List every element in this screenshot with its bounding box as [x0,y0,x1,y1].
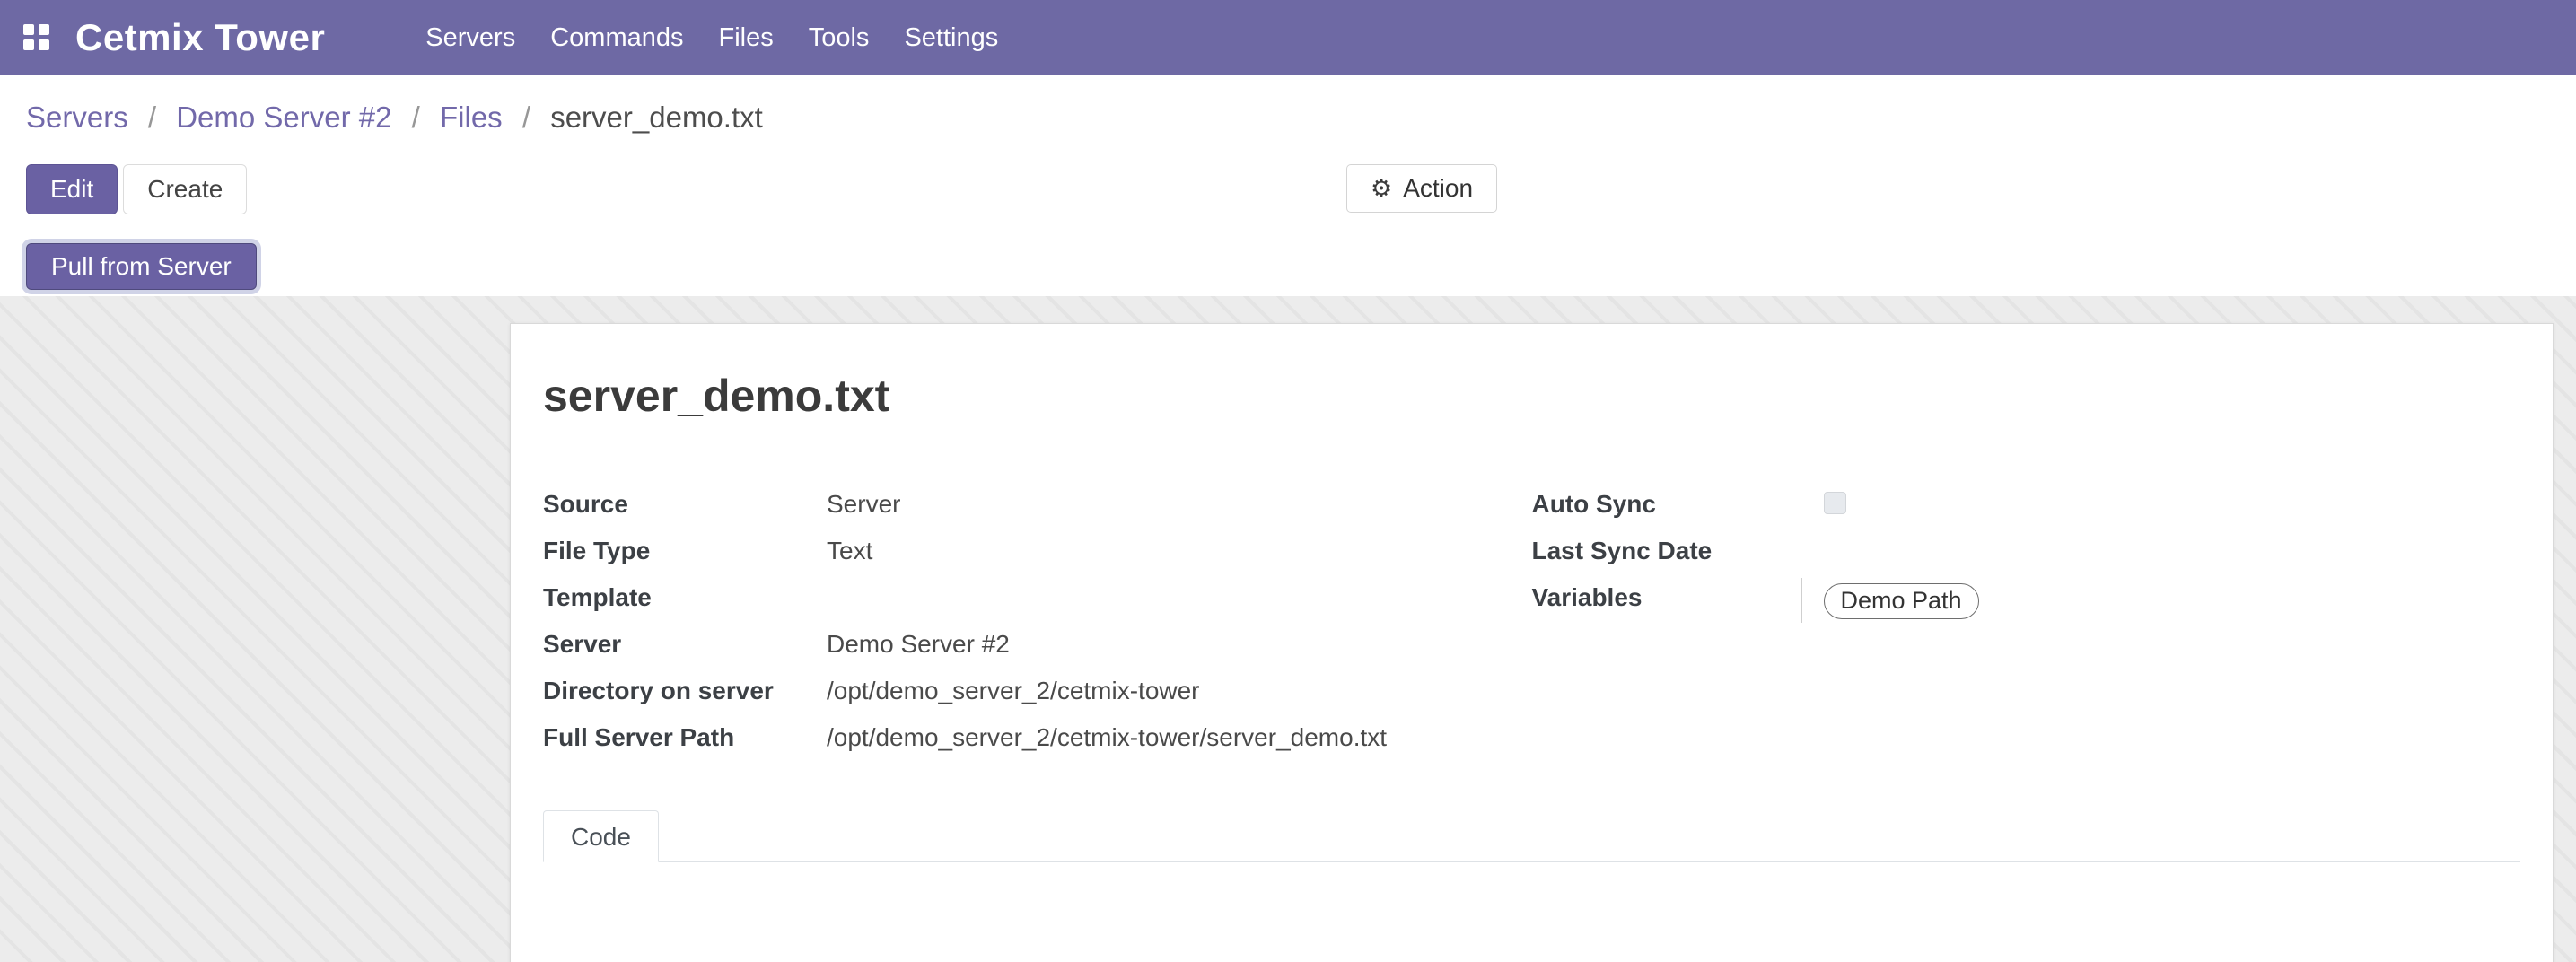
variable-tag-demo-path[interactable]: Demo Path [1824,583,1979,619]
field-value: /opt/demo_server_2/cetmix-tower [827,677,1200,704]
field-row-variables: Variables Demo Path [1532,583,2521,619]
field-label: Server [543,630,827,658]
menu-item-settings[interactable]: Settings [904,23,998,53]
action-button-label: Action [1403,174,1473,203]
field-label: Template [543,583,827,611]
breadcrumb-separator: / [148,101,156,134]
field-label: Last Sync Date [1532,537,1824,564]
action-button[interactable]: ⚙ Action [1346,164,1497,213]
form-sheet: server_demo.txt Source Server File Type … [510,323,2554,962]
pull-from-server-button[interactable]: Pull from Server [26,243,257,290]
breadcrumb: Servers / Demo Server #2 / Files / serve… [26,101,763,135]
breadcrumb-demo-server[interactable]: Demo Server #2 [176,101,391,134]
field-row-template: Template [543,583,1532,611]
field-row-directory: Directory on server /opt/demo_server_2/c… [543,677,1532,704]
form-buttons: Edit Create [26,164,247,214]
field-label: Auto Sync [1532,490,1824,518]
tab-code[interactable]: Code [543,810,659,862]
variables-tags-cell: Demo Path [1824,583,1979,619]
create-button[interactable]: Create [123,164,247,214]
apps-grid-square [39,24,49,35]
apps-grid-square [23,39,34,50]
breadcrumb-servers[interactable]: Servers [26,101,128,134]
server-record-link[interactable]: Demo Server #2 [827,630,1010,658]
form-view-background: server_demo.txt Source Server File Type … [0,296,2576,962]
apps-grid-icon[interactable] [23,24,50,51]
field-row-file-type: File Type Text [543,537,1532,564]
menu-item-tools[interactable]: Tools [809,23,870,53]
breadcrumb-separator: / [522,101,530,134]
app-brand[interactable]: Cetmix Tower [75,16,325,59]
menu-item-files[interactable]: Files [719,23,774,53]
notebook-tabs: Code [543,810,2520,862]
edit-button[interactable]: Edit [26,164,118,214]
top-navbar: Cetmix Tower Servers Commands Files Tool… [0,0,2576,75]
apps-grid-square [39,39,49,50]
field-group-left: Source Server File Type Text Template Se… [543,490,1532,770]
field-label: File Type [543,537,827,564]
breadcrumb-files[interactable]: Files [440,101,503,134]
auto-sync-checkbox[interactable] [1824,492,1846,514]
field-row-server: Server Demo Server #2 [543,630,1532,658]
main-menu: Servers Commands Files Tools Settings [425,23,998,53]
field-label: Full Server Path [543,723,827,751]
record-title: server_demo.txt [543,371,2520,421]
field-group-right: Auto Sync Last Sync Date Variables Demo … [1532,490,2521,770]
field-row-auto-sync: Auto Sync [1532,490,2521,518]
field-value: Server [827,490,900,518]
page: Cetmix Tower Servers Commands Files Tool… [0,0,2576,962]
field-label: Variables [1532,583,1824,619]
apps-grid-square [23,24,34,35]
field-value: Text [827,537,872,564]
field-label: Directory on server [543,677,827,704]
field-row-last-sync-date: Last Sync Date [1532,537,2521,564]
menu-item-commands[interactable]: Commands [550,23,683,53]
control-panel: Servers / Demo Server #2 / Files / serve… [0,75,2576,296]
field-groups: Source Server File Type Text Template Se… [543,490,2520,770]
gear-icon: ⚙ [1371,175,1392,203]
menu-item-servers[interactable]: Servers [425,23,515,53]
field-value: /opt/demo_server_2/cetmix-tower/server_d… [827,723,1387,751]
breadcrumb-separator: / [412,101,420,134]
field-row-source: Source Server [543,490,1532,518]
field-label: Source [543,490,827,518]
breadcrumb-current: server_demo.txt [550,101,763,134]
field-row-full-path: Full Server Path /opt/demo_server_2/cetm… [543,723,1532,751]
